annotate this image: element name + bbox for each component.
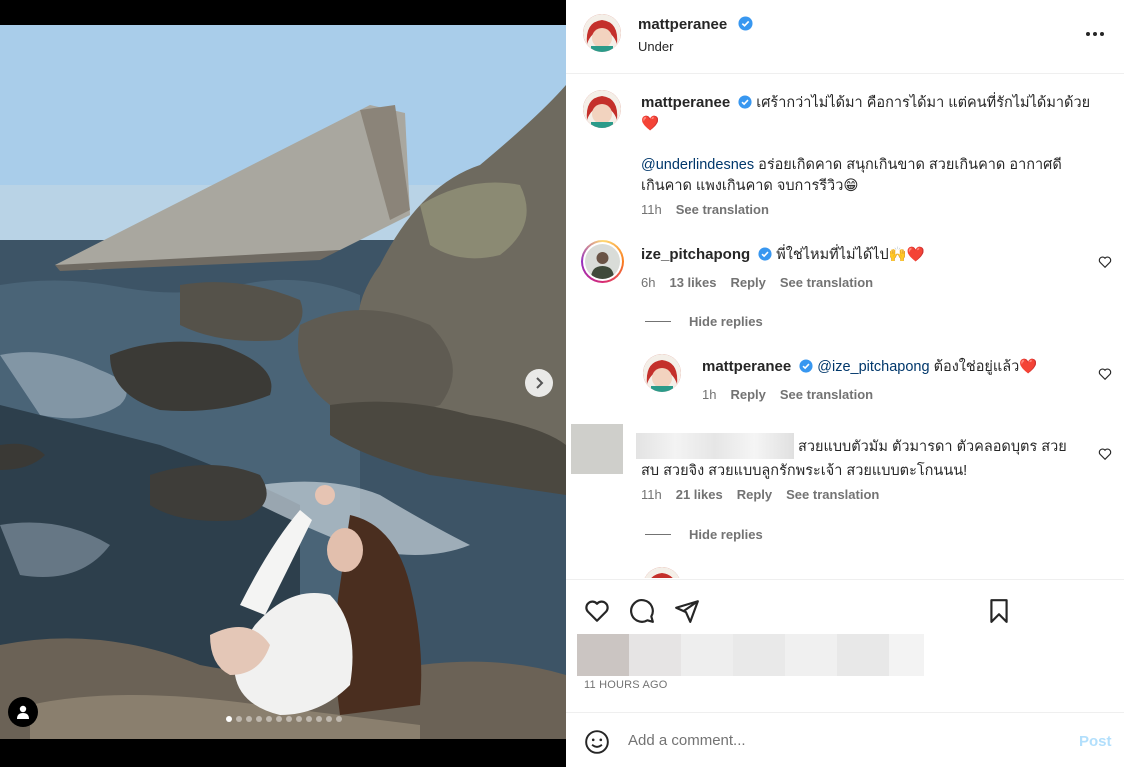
like-comment-heart-icon[interactable] bbox=[1098, 255, 1112, 269]
carousel-dot bbox=[256, 716, 262, 722]
caption-username[interactable]: mattperanee bbox=[641, 94, 730, 111]
avatar[interactable] bbox=[583, 14, 621, 52]
more-options-button[interactable] bbox=[1086, 24, 1110, 44]
comment-text-line2: สบ สวยจิง สวยแบบลูกรักพระเจ้า สวยแบบตะโก… bbox=[641, 463, 968, 479]
like-comment-heart-icon[interactable] bbox=[1098, 447, 1112, 461]
carousel-dot bbox=[236, 716, 242, 722]
reply-button[interactable]: Reply bbox=[737, 487, 772, 502]
post-actions: 11 HOURS AGO bbox=[566, 579, 1124, 712]
caption-text: เศร้ากว่าไม่ได้มา คือการได้มา แต่คนที่รั… bbox=[756, 95, 1091, 111]
reply-text: ต้องใช่อยู่แล้ว bbox=[929, 359, 1020, 375]
comment-input[interactable] bbox=[628, 727, 1048, 753]
carousel-indicator bbox=[226, 716, 342, 722]
blurred-username bbox=[636, 433, 794, 459]
paper-plane-icon[interactable] bbox=[674, 598, 700, 624]
carousel-dot bbox=[326, 716, 332, 722]
comment-time[interactable]: 6h bbox=[641, 275, 655, 290]
carousel-dot bbox=[266, 716, 272, 722]
comment-meta: 11h 21 likes Reply See translation bbox=[641, 487, 879, 502]
grin-emoji: 😁 bbox=[843, 178, 859, 194]
post-photo[interactable] bbox=[0, 25, 566, 739]
hide-replies-label: Hide replies bbox=[689, 527, 763, 542]
comment-avatar[interactable] bbox=[581, 240, 624, 283]
caption-meta: 11h See translation bbox=[641, 202, 769, 217]
post-header: mattperanee Under bbox=[566, 0, 1124, 74]
carousel-dot bbox=[226, 716, 232, 722]
reply-meta: 1h Reply See translation bbox=[702, 387, 873, 402]
person-icon bbox=[17, 705, 29, 719]
instagram-post-modal: mattperanee Under mattperanee เศร้ากว่าไ… bbox=[0, 0, 1124, 767]
carousel-next-button[interactable] bbox=[525, 369, 553, 397]
caption-text-2: อร่อยเกิดคาด สนุกเกินขาด สวยเกินคาด อากา… bbox=[754, 157, 1062, 173]
comment-time[interactable]: 11h bbox=[641, 487, 662, 502]
carousel-dot bbox=[336, 716, 342, 722]
blurred-likes-summary bbox=[577, 634, 924, 676]
reply-avatar[interactable] bbox=[643, 567, 681, 578]
see-translation-link[interactable]: See translation bbox=[780, 387, 873, 402]
tagged-users-button[interactable] bbox=[8, 697, 38, 727]
comment-likes[interactable]: 21 likes bbox=[676, 487, 723, 502]
post-media-pane bbox=[0, 0, 566, 767]
caption: mattperanee เศร้ากว่าไม่ได้มา คือการได้ม… bbox=[641, 92, 1096, 197]
caption-text-3: เกินคาด แพงเกินคาด จบการรีวิว bbox=[641, 178, 844, 194]
verified-badge-icon bbox=[738, 16, 753, 31]
reply-mention-link[interactable]: @ize_pitchapong bbox=[817, 359, 929, 375]
reply-button[interactable]: Reply bbox=[730, 275, 765, 290]
comment-composer: Post bbox=[566, 712, 1124, 767]
carousel-dot bbox=[246, 716, 252, 722]
like-reply-heart-icon[interactable] bbox=[1098, 367, 1112, 381]
see-translation-link[interactable]: See translation bbox=[676, 202, 769, 217]
carousel-dot bbox=[286, 716, 292, 722]
verified-badge-icon bbox=[758, 247, 772, 261]
comment-meta: 6h 13 likes Reply See translation bbox=[641, 275, 873, 290]
verified-badge-icon bbox=[799, 359, 813, 373]
caption-mention-link[interactable]: @underlindesnes bbox=[641, 157, 754, 173]
reply-time[interactable]: 1h bbox=[702, 387, 716, 402]
posted-time[interactable]: 11 HOURS AGO bbox=[584, 679, 668, 691]
post-author-username[interactable]: mattperanee bbox=[638, 16, 727, 33]
blurred-avatar bbox=[571, 424, 623, 474]
heart-icon[interactable] bbox=[584, 598, 610, 624]
post-location[interactable]: Under bbox=[638, 39, 673, 54]
comment-emoji: 🙌❤️ bbox=[888, 247, 925, 263]
caption-time[interactable]: 11h bbox=[641, 202, 662, 217]
carousel-dot bbox=[276, 716, 282, 722]
caption-avatar[interactable] bbox=[583, 90, 621, 128]
comment-text: พี่ใช่ไหมที่ไม่ได้ไป bbox=[776, 247, 889, 263]
carousel-dot bbox=[296, 716, 302, 722]
hide-replies-button[interactable]: Hide replies bbox=[645, 314, 763, 329]
carousel-dot bbox=[306, 716, 312, 722]
see-translation-link[interactable]: See translation bbox=[780, 275, 873, 290]
hide-replies-button[interactable]: Hide replies bbox=[645, 527, 763, 542]
heart-emoji: ❤️ bbox=[1019, 359, 1038, 375]
hide-replies-label: Hide replies bbox=[689, 314, 763, 329]
reply-comment: mattperanee @ize_pitchapong ต้องใช่อยู่แ… bbox=[702, 356, 1082, 378]
reply-username[interactable]: mattperanee bbox=[702, 358, 791, 375]
bookmark-icon[interactable] bbox=[986, 598, 1012, 624]
comment-text-line1: สวยแบบตัวมัม ตัวมารดา ตัวคลอดบุตร สวย bbox=[798, 439, 1067, 455]
chevron-right-icon bbox=[536, 377, 544, 389]
heart-emoji: ❤️ bbox=[641, 116, 660, 132]
carousel-dot bbox=[316, 716, 322, 722]
comment-likes[interactable]: 13 likes bbox=[669, 275, 716, 290]
comment: ize_pitchapong พี่ใช่ไหมที่ไม่ได้ไป🙌❤️ bbox=[641, 244, 1081, 266]
post-details-pane: mattperanee Under mattperanee เศร้ากว่าไ… bbox=[566, 0, 1124, 767]
comment-username[interactable]: ize_pitchapong bbox=[641, 246, 750, 263]
reply-button[interactable]: Reply bbox=[730, 387, 765, 402]
post-comment-button[interactable]: Post bbox=[1079, 733, 1112, 750]
reply-avatar[interactable] bbox=[643, 354, 681, 392]
comment-icon[interactable] bbox=[629, 598, 655, 624]
comments-list[interactable]: mattperanee เศร้ากว่าไม่ได้มา คือการได้ม… bbox=[566, 75, 1124, 578]
smiley-icon[interactable] bbox=[584, 729, 610, 755]
see-translation-link[interactable]: See translation bbox=[786, 487, 879, 502]
verified-badge-icon bbox=[738, 95, 752, 109]
